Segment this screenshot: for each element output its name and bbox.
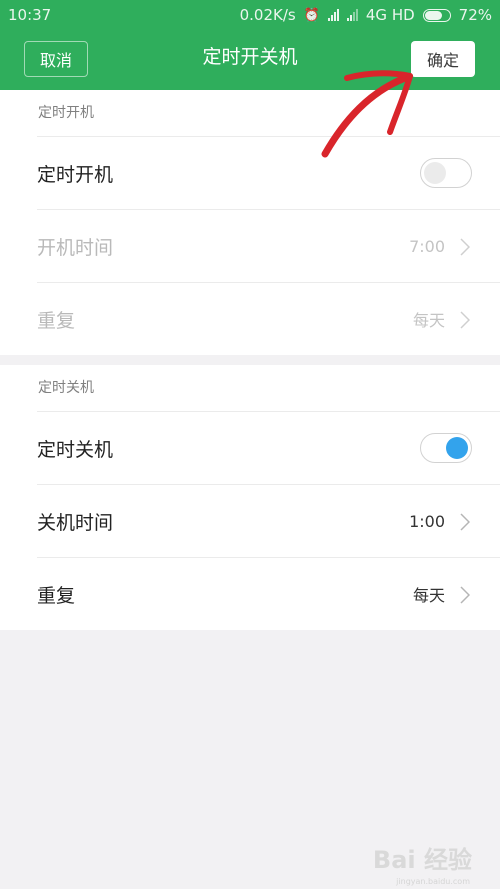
section-header-power-off: 定时关机 [38, 380, 94, 396]
power-off-repeat-label: 重复 [37, 584, 76, 607]
status-indicators: 0.02K/s ⏰ 4G HD 72% [240, 6, 492, 24]
power-on-time-value: 7:00 [409, 236, 445, 256]
power-off-section: 定时关机 定时关机 关机时间 1:00 重复 每天 [0, 365, 500, 630]
baidu-jingyan-watermark: Bai 经验 [372, 846, 472, 874]
section-header-power-on: 定时开机 [38, 105, 94, 121]
power-off-toggle-row[interactable]: 定时关机 [37, 411, 500, 484]
navigation-bar: 取消 定时开关机 确定 [0, 30, 500, 90]
switch-knob [446, 437, 468, 459]
battery-percentage: 72% [458, 6, 492, 24]
power-off-toggle-label: 定时关机 [37, 438, 114, 461]
signal-icon-secondary [346, 9, 358, 21]
status-bar: 10:37 0.02K/s ⏰ 4G HD 72% [0, 0, 500, 30]
switch-knob [424, 162, 446, 184]
power-off-time-value: 1:00 [409, 511, 445, 531]
power-off-time-row[interactable]: 关机时间 1:00 [37, 484, 500, 557]
power-on-repeat-value: 每天 [412, 311, 445, 330]
network-speed: 0.02K/s [239, 6, 296, 24]
watermark-url: jingyan.baidu.com [396, 877, 470, 886]
power-on-toggle-row[interactable]: 定时开机 [37, 136, 500, 209]
chevron-right-icon [460, 311, 470, 329]
power-on-time-label: 开机时间 [37, 236, 114, 259]
chevron-right-icon [460, 238, 470, 256]
power-off-repeat-row[interactable]: 重复 每天 [37, 557, 500, 630]
power-on-time-row[interactable]: 开机时间 7:00 [37, 209, 500, 282]
network-type: 4G HD [365, 6, 415, 24]
power-on-switch[interactable] [420, 158, 472, 188]
app-header: 10:37 0.02K/s ⏰ 4G HD 72% 取消 定时开关机 确定 [0, 0, 500, 90]
power-on-section: 定时开机 定时开机 开机时间 7:00 重复 每天 [0, 90, 500, 355]
power-on-repeat-row[interactable]: 重复 每天 [37, 282, 500, 355]
power-off-repeat-value: 每天 [412, 586, 445, 605]
status-time: 10:37 [8, 6, 52, 24]
power-off-time-label: 关机时间 [37, 511, 114, 534]
power-on-repeat-label: 重复 [37, 309, 76, 332]
power-on-toggle-label: 定时开机 [37, 163, 114, 186]
power-off-switch[interactable] [420, 433, 472, 463]
chevron-right-icon [460, 586, 470, 604]
signal-icon [327, 9, 339, 21]
annotation-arrow-icon [321, 70, 413, 158]
chevron-right-icon [460, 513, 470, 531]
alarm-clock-icon: ⏰ [303, 7, 320, 23]
battery-icon [422, 8, 451, 22]
